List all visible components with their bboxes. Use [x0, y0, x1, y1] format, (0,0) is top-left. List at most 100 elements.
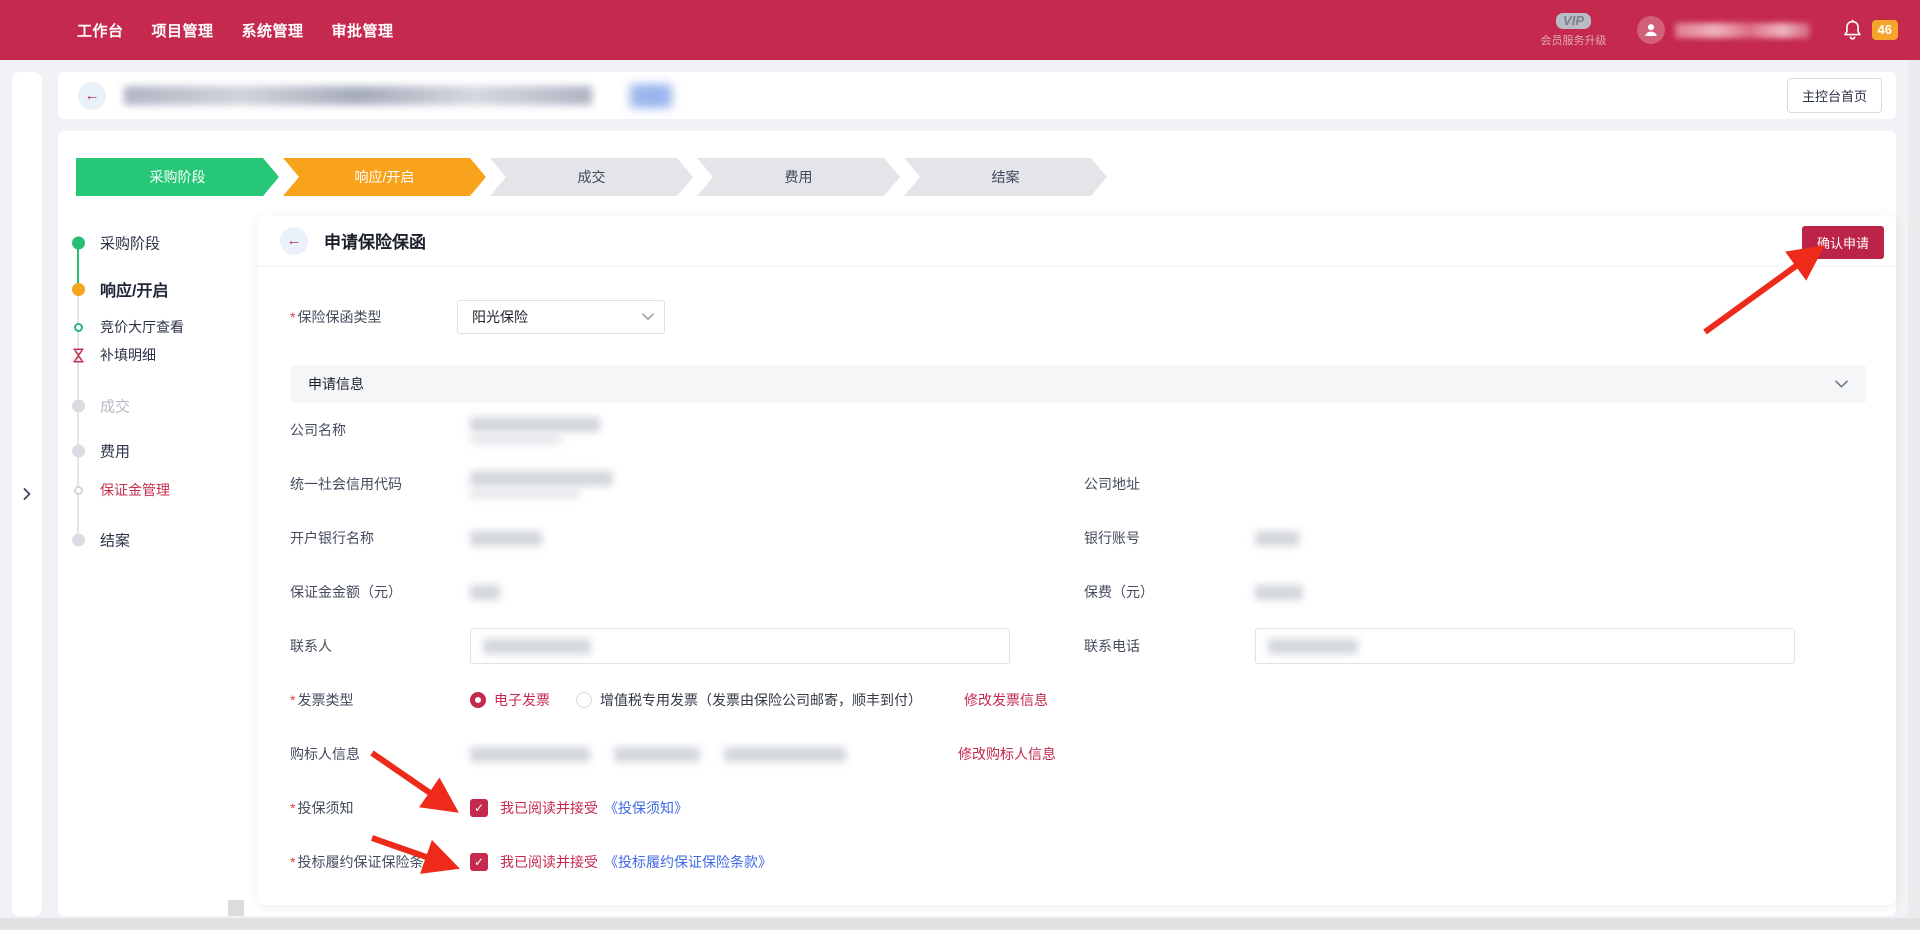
phone-value-redacted — [1268, 639, 1358, 654]
insurance-guarantee-form: ← 申请保险保函 确认申请 *保险保函类型 阳光保险 申请信息 — [258, 215, 1896, 905]
chevron-down-icon — [1835, 380, 1848, 389]
step-fees[interactable]: 费用 — [697, 158, 900, 196]
chevron-down-icon — [642, 313, 654, 321]
buyer-value-redacted — [614, 747, 700, 762]
stage-timeline: 采购阶段 响应/开启 竞价大厅查看 补填明细 成交 — [58, 215, 258, 905]
nav-item-workbench[interactable]: 工作台 — [77, 20, 124, 41]
company-address-label: 公司地址 — [1084, 474, 1255, 494]
project-title-redacted — [124, 86, 592, 105]
deposit-amount-label: 保证金金额（元） — [290, 582, 470, 602]
step-closing[interactable]: 结案 — [904, 158, 1107, 196]
premium-value-redacted — [1255, 585, 1303, 600]
done-dot-icon — [66, 237, 90, 250]
buyer-value-redacted — [470, 747, 590, 762]
contact-phone-label: 联系电话 — [1084, 636, 1255, 656]
console-home-button[interactable]: 主控台首页 — [1787, 78, 1882, 113]
notification-bell-icon[interactable] — [1842, 19, 1863, 41]
buyer-value-redacted — [724, 747, 846, 762]
pending-dot-icon — [66, 445, 90, 458]
terms-checkbox[interactable]: ✓ — [470, 853, 488, 871]
content-row: 采购阶段 响应/开启 竞价大厅查看 补填明细 成交 — [58, 215, 1896, 916]
main-menu: 工作台 项目管理 系统管理 审批管理 — [77, 20, 394, 41]
step-response-open[interactable]: 响应/开启 — [283, 158, 486, 196]
form-title: 申请保险保函 — [324, 228, 426, 253]
radio-electronic-invoice[interactable] — [470, 692, 486, 708]
vertical-scrollbar[interactable] — [1908, 60, 1920, 918]
username-redacted — [1675, 23, 1810, 38]
step-progress-bar: 采购阶段 响应/开启 成交 费用 结案 — [76, 158, 1107, 196]
arrow-left-icon: ← — [287, 232, 302, 249]
company-name-label: 公司名称 — [290, 420, 470, 440]
pending-dot-icon — [66, 400, 90, 413]
timeline-item-deposit-mgmt[interactable]: 保证金管理 — [66, 480, 170, 500]
step-procurement[interactable]: 采购阶段 — [76, 158, 279, 196]
premium-label: 保费（元） — [1084, 582, 1255, 602]
radio-vat-invoice[interactable] — [576, 692, 592, 708]
edit-invoice-link[interactable]: 修改发票信息 — [964, 690, 1048, 710]
contact-phone-input[interactable] — [1255, 628, 1795, 664]
top-nav: 工作台 项目管理 系统管理 审批管理 VIP 会员服务升级 46 — [0, 0, 1920, 60]
content-panel: 采购阶段 响应/开启 成交 费用 结案 采购阶段 响应/开启 竞价大厅查看 — [58, 131, 1896, 916]
timeline-item-fees[interactable]: 费用 — [66, 441, 130, 462]
notice-checkbox[interactable]: ✓ — [470, 799, 488, 817]
page-header-card: ← 主控台首页 — [58, 72, 1896, 119]
timeline-item-bidding-hall[interactable]: 竞价大厅查看 — [66, 317, 184, 337]
nav-item-approval-mgmt[interactable]: 审批管理 — [332, 20, 394, 41]
contact-input[interactable] — [470, 628, 1010, 664]
vat-invoice-label[interactable]: 增值税专用发票（发票由保险公司邮寄，顺丰到付） — [600, 690, 922, 710]
guarantee-type-label: *保险保函类型 — [290, 307, 457, 327]
row-insurance-notice: *投保须知 ✓ 我已阅读并接受 《投保须知》 — [290, 781, 1896, 835]
confirm-apply-button[interactable]: 确认申请 — [1802, 226, 1884, 259]
bank-name-value-redacted — [470, 531, 542, 546]
sidebar-expander[interactable] — [12, 72, 42, 916]
hourglass-icon — [66, 348, 90, 363]
ring-icon — [66, 323, 90, 332]
ring-icon — [66, 486, 90, 495]
check-icon: ✓ — [474, 801, 484, 815]
edit-buyer-link[interactable]: 修改购标人信息 — [958, 744, 1056, 764]
section-title: 申请信息 — [308, 374, 364, 394]
row-company-name: 公司名称 — [290, 403, 1896, 457]
application-info-section-header[interactable]: 申请信息 — [290, 365, 1866, 403]
form-back-button[interactable]: ← — [280, 227, 308, 255]
timeline-item-closing[interactable]: 结案 — [66, 530, 130, 551]
row-performance-terms: *投标履约保证保险条款 ✓ 我已阅读并接受 《投标履约保证保险条款》 — [290, 835, 1896, 889]
horizontal-scrollbar[interactable] — [0, 918, 1920, 930]
contact-value-redacted — [483, 639, 591, 654]
notice-agree-text: 我已阅读并接受 — [500, 798, 598, 818]
buyer-info-label: 购标人信息 — [290, 744, 470, 764]
avatar[interactable] — [1637, 16, 1665, 44]
chevron-right-icon — [23, 488, 31, 500]
notification-count-badge[interactable]: 46 — [1872, 20, 1898, 40]
electronic-invoice-label[interactable]: 电子发票 — [494, 690, 550, 710]
guarantee-type-row: *保险保函类型 阳光保险 — [290, 297, 1896, 337]
invoice-type-label: *发票类型 — [290, 690, 470, 710]
credit-code-label: 统一社会信用代码 — [290, 474, 470, 494]
pending-dot-icon — [66, 534, 90, 547]
timeline-item-response-open[interactable]: 响应/开启 — [66, 277, 168, 301]
nav-item-project-mgmt[interactable]: 项目管理 — [152, 20, 214, 41]
credit-code-value-redacted — [470, 471, 613, 486]
terms-doc-link[interactable]: 《投标履约保证保险条款》 — [604, 852, 772, 872]
row-contacts: 联系人 联系电话 — [290, 619, 1896, 673]
step-deal[interactable]: 成交 — [490, 158, 693, 196]
back-button[interactable]: ← — [78, 82, 106, 110]
company-name-value-redacted — [470, 417, 600, 432]
timeline-item-procurement[interactable]: 采购阶段 — [66, 233, 160, 254]
terms-label: *投标履约保证保险条款 — [290, 852, 470, 872]
timeline-item-fill-details[interactable]: 补填明细 — [66, 345, 156, 365]
notice-label: *投保须知 — [290, 798, 470, 818]
deposit-value-redacted — [470, 585, 500, 600]
terms-agree-text: 我已阅读并接受 — [500, 852, 598, 872]
timeline-item-deal[interactable]: 成交 — [66, 396, 130, 417]
vip-upgrade[interactable]: VIP 会员服务升级 — [1541, 13, 1607, 48]
row-invoice-type: *发票类型 电子发票 增值税专用发票（发票由保险公司邮寄，顺丰到付） 修改发票信… — [290, 673, 1896, 727]
bank-name-label: 开户银行名称 — [290, 528, 470, 548]
arrow-left-icon: ← — [85, 87, 100, 104]
scrollbar-thumb[interactable] — [228, 900, 244, 916]
check-icon: ✓ — [474, 855, 484, 869]
nav-item-system-mgmt[interactable]: 系统管理 — [242, 20, 304, 41]
notice-doc-link[interactable]: 《投保须知》 — [604, 798, 688, 818]
guarantee-type-select[interactable]: 阳光保险 — [457, 300, 665, 334]
active-dot-icon — [66, 283, 90, 296]
